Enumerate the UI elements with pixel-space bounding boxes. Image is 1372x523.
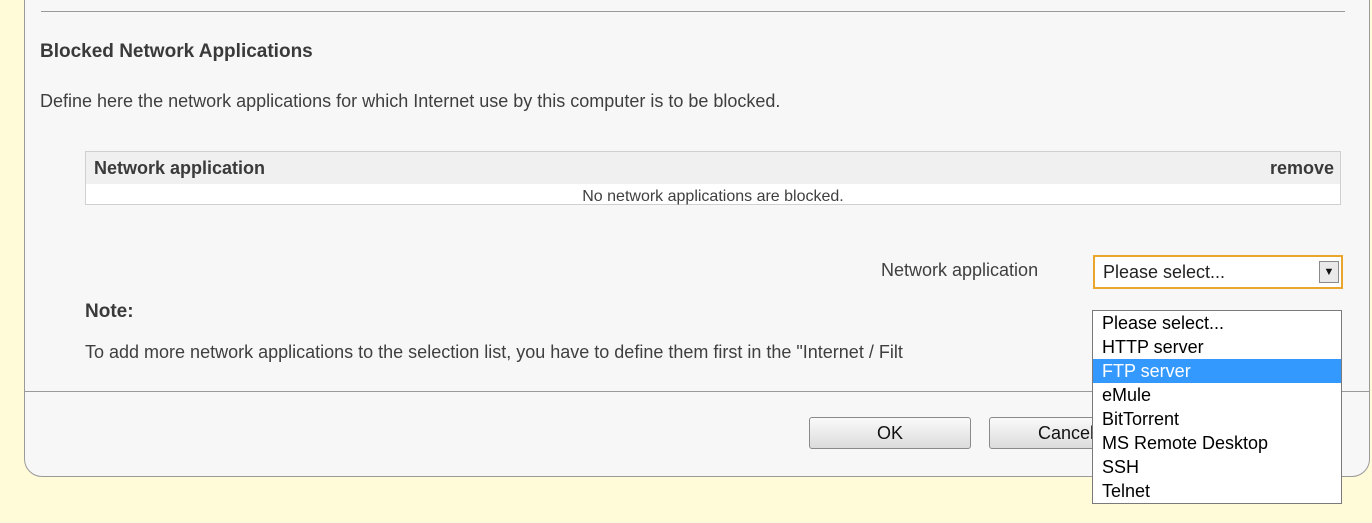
empty-table-message: No network applications are blocked.	[582, 188, 844, 205]
dropdown-option[interactable]: Please select...	[1093, 311, 1341, 335]
network-application-label: Network application	[881, 260, 1039, 280]
section-heading: Blocked Network Applications	[40, 41, 313, 62]
dropdown-option[interactable]: BitTorrent	[1093, 407, 1341, 431]
note-text: To add more network applications to the …	[85, 342, 903, 362]
table-header: Network application remove	[86, 152, 1340, 184]
dropdown-option[interactable]: HTTP server	[1093, 335, 1341, 359]
column-header-network-application: Network application	[94, 158, 266, 178]
network-application-dropdown-list: Please select... HTTP server FTP server …	[1092, 310, 1342, 504]
dropdown-option[interactable]: SSH	[1093, 455, 1341, 479]
select-current-value: Please select...	[1103, 262, 1226, 282]
column-header-remove: remove	[1269, 158, 1334, 178]
dropdown-option-highlighted[interactable]: FTP server	[1093, 359, 1341, 383]
network-application-select[interactable]: Please select... ▼	[1093, 255, 1343, 289]
dropdown-option[interactable]: Telnet	[1093, 479, 1341, 503]
chevron-down-icon[interactable]: ▼	[1319, 261, 1339, 283]
dropdown-option[interactable]: eMule	[1093, 383, 1341, 407]
section-description: Define here the network applications for…	[40, 91, 781, 111]
dropdown-option[interactable]: MS Remote Desktop	[1093, 431, 1341, 455]
ok-button[interactable]: OK	[809, 417, 971, 449]
note-title: Note:	[85, 301, 134, 322]
blocked-apps-table: Network application remove No network ap…	[85, 151, 1341, 205]
top-divider	[41, 11, 1345, 12]
